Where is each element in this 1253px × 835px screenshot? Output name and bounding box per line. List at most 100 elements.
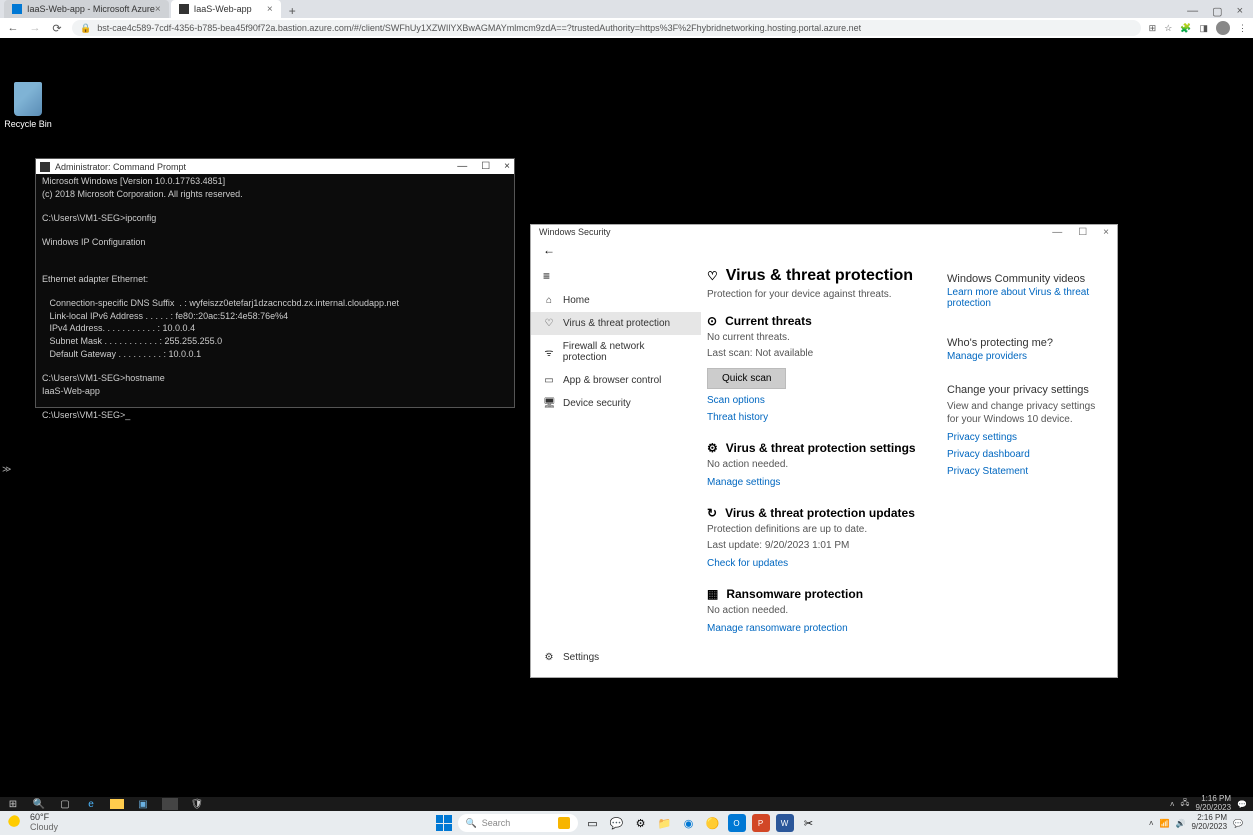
security-toolbar: ←	[531, 239, 1117, 261]
nav-device[interactable]: 🖥Device security	[531, 392, 701, 415]
notifications-icon[interactable]: 💬	[1237, 800, 1247, 809]
browser-window-top: IaaS-Web-app - Microsoft Azure × IaaS-We…	[0, 0, 1253, 38]
vm-favicon	[179, 4, 189, 14]
maximize-icon[interactable]: ☐	[1078, 227, 1087, 238]
security-nav: ≡ ⌂Home ♡Virus & threat protection ᯤFire…	[531, 261, 701, 677]
quick-scan-button[interactable]: Quick scan	[707, 368, 786, 389]
start-button[interactable]	[436, 815, 452, 831]
chevron-up-icon[interactable]: ˄	[1170, 800, 1175, 809]
back-icon[interactable]: ←	[6, 22, 20, 34]
side-videos-link[interactable]: Learn more about Virus & threat protecti…	[947, 287, 1107, 309]
gear-icon: ⚙	[543, 652, 555, 663]
cmd-taskbar-icon[interactable]	[162, 798, 178, 810]
nav-home[interactable]: ⌂Home	[531, 289, 701, 312]
weather-widget[interactable]: 60°F Cloudy	[0, 813, 58, 833]
edge-icon[interactable]: ◉	[680, 814, 698, 832]
side-videos-heading: Windows Community videos	[947, 273, 1107, 285]
side-panel-icon[interactable]: ◨	[1199, 23, 1208, 34]
tab-strip: IaaS-Web-app - Microsoft Azure × IaaS-We…	[0, 0, 1253, 18]
bookmark-icon[interactable]: ☆	[1164, 23, 1172, 34]
reload-icon[interactable]: ⟳	[50, 22, 64, 35]
forward-icon[interactable]: →	[28, 22, 42, 34]
home-icon: ⌂	[543, 295, 555, 306]
close-tab-icon[interactable]: ×	[155, 4, 161, 15]
menu-icon[interactable]: ⋮	[1238, 23, 1247, 34]
security-taskbar-icon[interactable]: 🛡	[190, 798, 204, 810]
threat-history-link[interactable]: Threat history	[707, 412, 927, 423]
network-icon[interactable]: 🖧	[1181, 797, 1190, 811]
notifications-icon[interactable]: 💬	[1233, 819, 1243, 828]
weather-icon	[8, 815, 24, 831]
lock-icon: 🔒	[80, 23, 91, 34]
azure-favicon	[12, 4, 22, 14]
device-icon: 🖥	[543, 398, 555, 409]
start-icon[interactable]: ⊞	[6, 798, 20, 810]
browser-tab-bastion[interactable]: IaaS-Web-app ×	[171, 0, 281, 18]
nav-settings[interactable]: ⚙Settings	[531, 646, 611, 669]
task-view-icon[interactable]: ▭	[584, 814, 602, 832]
browser-tab-azure[interactable]: IaaS-Web-app - Microsoft Azure ×	[4, 0, 169, 18]
minimize-icon[interactable]: —	[457, 161, 467, 172]
install-icon[interactable]: ⊞	[1149, 23, 1157, 34]
close-icon[interactable]: ×	[504, 161, 510, 172]
security-titlebar[interactable]: Windows Security — ☐ ×	[531, 225, 1117, 239]
nav-virus[interactable]: ♡Virus & threat protection	[531, 312, 701, 335]
profile-icon[interactable]	[1216, 21, 1230, 35]
page-title: ♡Virus & threat protection	[707, 267, 927, 285]
privacy-dashboard-link[interactable]: Privacy dashboard	[947, 449, 1107, 460]
close-icon[interactable]: ×	[1237, 5, 1243, 18]
close-icon[interactable]: ×	[1103, 227, 1109, 238]
server-manager-icon[interactable]: ▣	[136, 798, 150, 810]
close-tab-icon[interactable]: ×	[267, 4, 273, 15]
address-bar[interactable]: 🔒 bst-cae4c589-7cdf-4356-b785-bea45f90f7…	[72, 20, 1141, 36]
explorer-icon[interactable]	[110, 799, 124, 809]
app-icon: ▭	[543, 375, 555, 386]
nav-app-browser[interactable]: ▭App & browser control	[531, 369, 701, 392]
recycle-bin-label: Recycle Bin	[4, 119, 52, 129]
recycle-bin[interactable]: Recycle Bin	[4, 82, 52, 129]
maximize-icon[interactable]: ☐	[481, 161, 490, 172]
powerpoint-icon[interactable]: P	[752, 814, 770, 832]
minimize-icon[interactable]: —	[1052, 227, 1062, 238]
explorer-icon[interactable]: 📁	[656, 814, 674, 832]
privacy-settings-link[interactable]: Privacy settings	[947, 432, 1107, 443]
ie-icon[interactable]: e	[84, 798, 98, 810]
cmd-titlebar[interactable]: Administrator: Command Prompt — ☐ ×	[36, 159, 514, 174]
nav-firewall[interactable]: ᯤFirewall & network protection	[531, 335, 701, 369]
host-taskbar[interactable]: 60°F Cloudy 🔍 Search ▭ 💬 ⚙ 📁 ◉ 🟡 O P W ✂…	[0, 811, 1253, 835]
minimize-icon[interactable]: —	[1187, 5, 1198, 18]
chrome-icon[interactable]: 🟡	[704, 814, 722, 832]
volume-icon[interactable]: 🔊	[1175, 819, 1185, 828]
side-privacy-heading: Change your privacy settings	[947, 384, 1107, 396]
privacy-statement-link[interactable]: Privacy Statement	[947, 466, 1107, 477]
search-icon[interactable]: 🔍	[32, 798, 46, 810]
outlook-icon[interactable]: O	[728, 814, 746, 832]
vm-taskbar[interactable]: ⊞ 🔍 ▢ e ▣ 🛡 ˄ 🖧 1:16 PM 9/20/2023 💬	[0, 797, 1253, 811]
windows-security-window[interactable]: Windows Security — ☐ × ← ≡ ⌂Home ♡Virus …	[530, 224, 1118, 678]
manage-ransomware-link[interactable]: Manage ransomware protection	[707, 623, 927, 634]
new-tab-button[interactable]: +	[283, 4, 302, 18]
chevron-up-icon[interactable]: ˄	[1149, 819, 1154, 828]
wifi-icon[interactable]: 📶	[1160, 819, 1170, 828]
cmd-output[interactable]: Microsoft Windows [Version 10.0.17763.48…	[36, 174, 514, 425]
scan-options-link[interactable]: Scan options	[707, 395, 927, 406]
maximize-icon[interactable]: ▢	[1212, 5, 1222, 18]
search-box[interactable]: 🔍 Search	[458, 814, 578, 832]
menu-toggle-icon[interactable]: ≡	[531, 263, 701, 289]
word-icon[interactable]: W	[776, 814, 794, 832]
security-main: ♡Virus & threat protection Protection fo…	[701, 261, 1117, 677]
teams-icon[interactable]: 💬	[608, 814, 626, 832]
check-updates-link[interactable]: Check for updates	[707, 558, 927, 569]
snip-icon[interactable]: ✂	[800, 814, 818, 832]
extensions-icon[interactable]: 🧩	[1180, 23, 1191, 34]
settings-app-icon[interactable]: ⚙	[632, 814, 650, 832]
cmd-window[interactable]: Administrator: Command Prompt — ☐ × Micr…	[35, 158, 515, 408]
vtp-settings-text: No action needed.	[707, 458, 927, 471]
bastion-arrows-icon[interactable]: ≫	[2, 464, 11, 475]
host-tray[interactable]: ˄ 📶 🔊 2:16 PM 9/20/2023 💬	[1149, 814, 1253, 832]
security-title: Windows Security	[539, 227, 611, 237]
manage-settings-link[interactable]: Manage settings	[707, 477, 927, 488]
back-icon[interactable]: ←	[543, 243, 555, 257]
task-view-icon[interactable]: ▢	[58, 798, 72, 810]
manage-providers-link[interactable]: Manage providers	[947, 351, 1107, 362]
